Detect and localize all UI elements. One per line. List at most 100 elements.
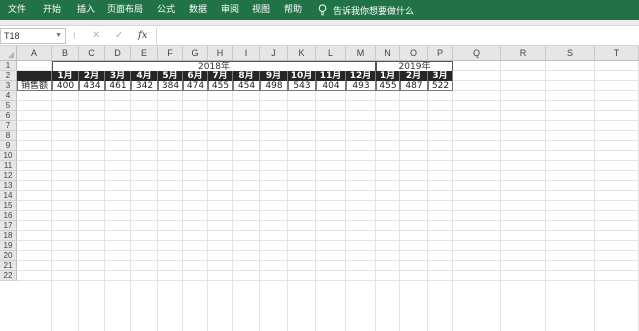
row-header-17[interactable]: 17 (0, 221, 17, 231)
row-header-6[interactable]: 6 (0, 111, 17, 121)
insert-function-icon[interactable]: fx (138, 28, 147, 44)
tab-data[interactable]: 数据 (189, 0, 207, 20)
row-header-8[interactable]: 8 (0, 131, 17, 141)
row-header-20[interactable]: 20 (0, 251, 17, 261)
column-header-t[interactable]: T (595, 46, 639, 61)
column-header-j[interactable]: J (260, 46, 288, 61)
cancel-icon[interactable]: ✕ (92, 28, 100, 44)
column-header-s[interactable]: S (546, 46, 595, 61)
sales-value-cell[interactable]: 498 (260, 81, 288, 91)
year-header-2018[interactable]: 2018年 (52, 61, 376, 71)
month-header-cell[interactable]: 1月 (376, 71, 400, 81)
row-header-7[interactable]: 7 (0, 121, 17, 131)
month-header-cell[interactable]: 3月 (428, 71, 453, 81)
column-header-a[interactable]: A (17, 46, 52, 61)
sales-value-cell[interactable]: 455 (208, 81, 233, 91)
column-header-l[interactable]: L (316, 46, 346, 61)
year-header-2019[interactable]: 2019年 (376, 61, 453, 71)
column-header-p[interactable]: P (428, 46, 453, 61)
enter-icon[interactable]: ✓ (115, 28, 123, 44)
row-header-15[interactable]: 15 (0, 201, 17, 211)
row-header-3[interactable]: 3 (0, 81, 17, 91)
sales-value-cell[interactable]: 454 (233, 81, 260, 91)
drag-handle-icon[interactable]: ⁞ (73, 31, 76, 41)
month-header-cell[interactable]: 11月 (316, 71, 346, 81)
sales-value-cell[interactable]: 404 (316, 81, 346, 91)
column-header-e[interactable]: E (131, 46, 158, 61)
month-header-cell[interactable]: 8月 (233, 71, 260, 81)
row-header-1[interactable]: 1 (0, 61, 17, 71)
sales-value-cell[interactable]: 522 (428, 81, 453, 91)
header-row-blank[interactable] (17, 71, 52, 81)
row-header-21[interactable]: 21 (0, 261, 17, 271)
month-header-cell[interactable]: 6月 (183, 71, 208, 81)
month-header-cell[interactable]: 3月 (105, 71, 131, 81)
row-header-14[interactable]: 14 (0, 191, 17, 201)
sales-value-cell[interactable]: 455 (376, 81, 400, 91)
sales-value-cell[interactable]: 493 (346, 81, 376, 91)
tab-insert[interactable]: 插入 (77, 0, 95, 20)
row-header-13[interactable]: 13 (0, 181, 17, 191)
chevron-down-icon[interactable]: ▼ (55, 29, 62, 43)
column-header-b[interactable]: B (52, 46, 79, 61)
gridline-horizontal (17, 200, 639, 201)
sales-value-cell[interactable]: 487 (400, 81, 428, 91)
column-header-n[interactable]: N (376, 46, 400, 61)
tab-file[interactable]: 文件 (8, 0, 26, 20)
month-header-cell[interactable]: 12月 (346, 71, 376, 81)
gridline-horizontal (17, 150, 639, 151)
row-header-12[interactable]: 12 (0, 171, 17, 181)
month-header-cell[interactable]: 1月 (52, 71, 79, 81)
row-header-19[interactable]: 19 (0, 241, 17, 251)
row-header-11[interactable]: 11 (0, 161, 17, 171)
month-header-cell[interactable]: 10月 (288, 71, 316, 81)
column-header-i[interactable]: I (233, 46, 260, 61)
tab-home[interactable]: 开始 (43, 0, 61, 20)
column-header-k[interactable]: K (288, 46, 316, 61)
row-header-18[interactable]: 18 (0, 231, 17, 241)
formula-input[interactable] (156, 28, 639, 44)
gridline-horizontal (17, 230, 639, 231)
tell-me-search[interactable]: 告诉我你想要做什么 (318, 0, 414, 20)
column-header-c[interactable]: C (79, 46, 105, 61)
column-header-m[interactable]: M (346, 46, 376, 61)
worksheet-grid[interactable]: A B C D E F G H I J K L M N O P Q R S T 1 2 3 4 5 6 7 8 9 10 11 12 13 14 1… (0, 46, 639, 331)
tab-page-layout[interactable]: 页面布局 (107, 0, 143, 20)
sales-value-cell[interactable]: 474 (183, 81, 208, 91)
month-header-cell[interactable]: 9月 (260, 71, 288, 81)
sales-label-cell[interactable]: 销售额 (17, 81, 52, 91)
gridline-vertical (315, 61, 316, 331)
month-header-cell[interactable]: 4月 (131, 71, 158, 81)
tab-view[interactable]: 视图 (252, 0, 270, 20)
month-header-cell[interactable]: 2月 (400, 71, 428, 81)
sales-value-cell[interactable]: 543 (288, 81, 316, 91)
name-box[interactable]: T18 ▼ (0, 28, 66, 44)
row-header-9[interactable]: 9 (0, 141, 17, 151)
sales-value-cell[interactable]: 400 (52, 81, 79, 91)
row-header-16[interactable]: 16 (0, 211, 17, 221)
column-header-r[interactable]: R (501, 46, 546, 61)
sales-value-cell[interactable]: 434 (79, 81, 105, 91)
tab-help[interactable]: 帮助 (284, 0, 302, 20)
row-header-4[interactable]: 4 (0, 91, 17, 101)
row-header-2[interactable]: 2 (0, 71, 17, 81)
row-header-22[interactable]: 22 (0, 271, 17, 281)
sales-value-cell[interactable]: 342 (131, 81, 158, 91)
sales-value-cell[interactable]: 461 (105, 81, 131, 91)
column-header-d[interactable]: D (105, 46, 131, 61)
month-header-cell[interactable]: 7月 (208, 71, 233, 81)
column-header-g[interactable]: G (183, 46, 208, 61)
tab-formulas[interactable]: 公式 (157, 0, 175, 20)
select-all-corner[interactable] (0, 46, 17, 61)
lightbulb-icon (318, 4, 327, 16)
column-header-f[interactable]: F (158, 46, 183, 61)
column-header-q[interactable]: Q (453, 46, 501, 61)
month-header-cell[interactable]: 2月 (79, 71, 105, 81)
column-header-o[interactable]: O (400, 46, 428, 61)
row-header-10[interactable]: 10 (0, 151, 17, 161)
tab-review[interactable]: 审阅 (221, 0, 239, 20)
column-header-h[interactable]: H (208, 46, 233, 61)
month-header-cell[interactable]: 5月 (158, 71, 183, 81)
row-header-5[interactable]: 5 (0, 101, 17, 111)
sales-value-cell[interactable]: 384 (158, 81, 183, 91)
